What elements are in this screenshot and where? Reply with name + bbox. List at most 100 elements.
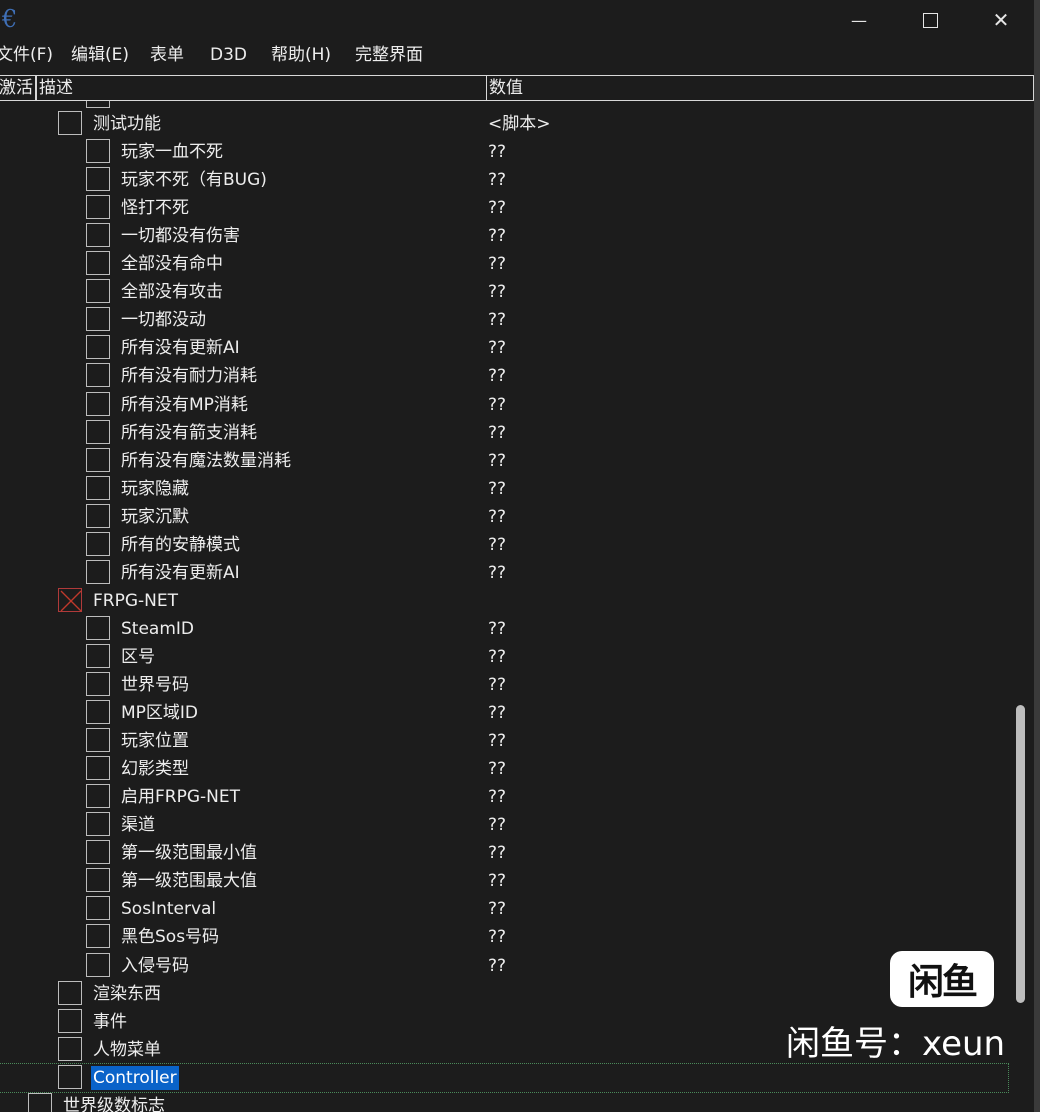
row-checkbox[interactable] — [86, 559, 110, 584]
table-row[interactable]: 世界级数标志 — [0, 1092, 1030, 1112]
row-checkbox[interactable] — [86, 531, 110, 556]
column-header-description[interactable]: 描述 — [36, 75, 487, 101]
column-header-active[interactable]: 激活 — [0, 75, 36, 101]
cheat-table-list[interactable]: 测试功能 <脚本> 玩家一血不死?? 玩家不死（有BUG)?? 怪打不死?? 一切都没有伤… — [0, 101, 1030, 1112]
table-row[interactable]: 渲染东西 — [0, 980, 1030, 1008]
table-row[interactable]: 入侵号码?? — [0, 952, 1030, 980]
table-row[interactable]: 玩家隐藏?? — [0, 475, 1030, 503]
row-value[interactable]: ?? — [488, 391, 506, 419]
menu-help[interactable]: 帮助(H) — [271, 40, 331, 70]
row-value[interactable]: ?? — [488, 278, 506, 306]
row-value[interactable]: ?? — [488, 138, 506, 166]
row-checkbox[interactable] — [86, 251, 110, 276]
row-value[interactable]: ?? — [488, 867, 506, 895]
table-row[interactable]: 玩家一血不死?? — [0, 138, 1030, 166]
row-checkbox[interactable] — [86, 391, 110, 416]
row-checkbox[interactable] — [86, 784, 110, 809]
row-value[interactable]: ?? — [488, 362, 506, 390]
table-row[interactable]: 区号?? — [0, 643, 1030, 671]
row-checkbox[interactable] — [58, 980, 82, 1005]
row-value[interactable]: ?? — [488, 615, 506, 643]
table-row[interactable]: 玩家沉默?? — [0, 503, 1030, 531]
table-row[interactable]: 渠道?? — [0, 811, 1030, 839]
table-row[interactable]: 幻影类型?? — [0, 755, 1030, 783]
maximize-button[interactable] — [895, 0, 965, 40]
table-row[interactable]: 所有没有魔法数量消耗?? — [0, 447, 1030, 475]
row-checkbox[interactable] — [86, 503, 110, 528]
table-row[interactable]: 怪打不死?? — [0, 194, 1030, 222]
row-value[interactable]: ?? — [488, 250, 506, 278]
row-value[interactable]: ?? — [488, 643, 506, 671]
row-value[interactable]: ?? — [488, 334, 506, 362]
row-value[interactable]: <脚本> — [488, 110, 551, 138]
table-row[interactable]: FRPG-NET — [0, 587, 1030, 615]
row-checkbox[interactable] — [86, 615, 110, 640]
menu-d3d[interactable]: D3D — [210, 40, 247, 70]
row-checkbox[interactable] — [86, 101, 110, 108]
table-row[interactable]: SosInterval?? — [0, 895, 1030, 923]
table-row[interactable]: 一切都没动?? — [0, 306, 1030, 334]
table-row[interactable]: 启用FRPG-NET?? — [0, 783, 1030, 811]
row-value[interactable]: ?? — [488, 475, 506, 503]
row-checkbox[interactable] — [86, 896, 110, 921]
row-checkbox[interactable] — [86, 840, 110, 865]
table-row[interactable]: 所有没有耐力消耗?? — [0, 362, 1030, 390]
row-checkbox[interactable] — [86, 728, 110, 753]
row-value[interactable]: ?? — [488, 503, 506, 531]
table-row[interactable]: 所有没有更新AI?? — [0, 334, 1030, 362]
row-checkbox[interactable] — [86, 952, 110, 977]
table-row[interactable]: 所有的安静模式?? — [0, 531, 1030, 559]
row-value[interactable]: ?? — [488, 755, 506, 783]
row-value[interactable]: ?? — [488, 559, 506, 587]
row-checkbox[interactable] — [86, 307, 110, 332]
table-row[interactable]: 世界号码?? — [0, 671, 1030, 699]
table-row[interactable]: Controller — [0, 1062, 1009, 1093]
vertical-scrollbar[interactable] — [1012, 101, 1032, 1112]
row-value[interactable]: ?? — [488, 727, 506, 755]
table-row[interactable]: 所有没有MP消耗?? — [0, 391, 1030, 419]
row-checkbox[interactable] — [86, 167, 110, 192]
row-checkbox[interactable] — [86, 223, 110, 248]
menu-table[interactable]: 表单 — [150, 40, 184, 70]
row-checkbox[interactable] — [86, 643, 110, 668]
row-value[interactable]: ?? — [488, 783, 506, 811]
row-checkbox[interactable] — [86, 447, 110, 472]
row-value[interactable]: ?? — [488, 952, 506, 980]
row-value[interactable]: ?? — [488, 447, 506, 475]
table-row[interactable]: SteamID?? — [0, 615, 1030, 643]
row-value[interactable]: ?? — [488, 222, 506, 250]
table-row[interactable]: 第一级范围最小值?? — [0, 839, 1030, 867]
table-row[interactable]: 玩家位置?? — [0, 727, 1030, 755]
table-row[interactable]: MP区域ID?? — [0, 699, 1030, 727]
row-checkbox[interactable] — [86, 756, 110, 781]
table-row[interactable]: 所有没有更新AI?? — [0, 559, 1030, 587]
row-checkbox[interactable] — [86, 868, 110, 893]
row-value[interactable]: ?? — [488, 699, 506, 727]
scrollbar-thumb[interactable] — [1016, 705, 1025, 1003]
table-row[interactable]: 全部没有攻击?? — [0, 278, 1030, 306]
row-value[interactable]: ?? — [488, 166, 506, 194]
row-checkbox[interactable] — [58, 1064, 82, 1089]
row-value[interactable]: ?? — [488, 194, 506, 222]
table-row[interactable]: 玩家不死（有BUG)?? — [0, 166, 1030, 194]
row-value[interactable]: ?? — [488, 419, 506, 447]
row-checkbox[interactable] — [86, 419, 110, 444]
row-checkbox[interactable] — [86, 475, 110, 500]
row-checkbox[interactable] — [58, 1036, 82, 1061]
row-value[interactable]: ?? — [488, 895, 506, 923]
row-checkbox[interactable] — [86, 335, 110, 360]
close-button[interactable]: ✕ — [966, 0, 1036, 40]
table-row[interactable]: 一切都没有伤害?? — [0, 222, 1030, 250]
row-checkbox[interactable] — [58, 1008, 82, 1033]
row-value[interactable]: ?? — [488, 839, 506, 867]
minimize-button[interactable]: — — [824, 0, 894, 40]
row-checkbox[interactable] — [86, 195, 110, 220]
row-checkbox[interactable] — [58, 111, 82, 135]
row-value[interactable]: ?? — [488, 531, 506, 559]
row-checkbox[interactable] — [86, 812, 110, 837]
column-header-value[interactable]: 数值 — [486, 75, 1034, 101]
row-checkbox[interactable] — [58, 587, 82, 612]
menu-edit[interactable]: 编辑(E) — [71, 40, 129, 70]
table-row[interactable]: 测试功能 <脚本> — [0, 110, 1030, 138]
row-value[interactable]: ?? — [488, 923, 506, 951]
